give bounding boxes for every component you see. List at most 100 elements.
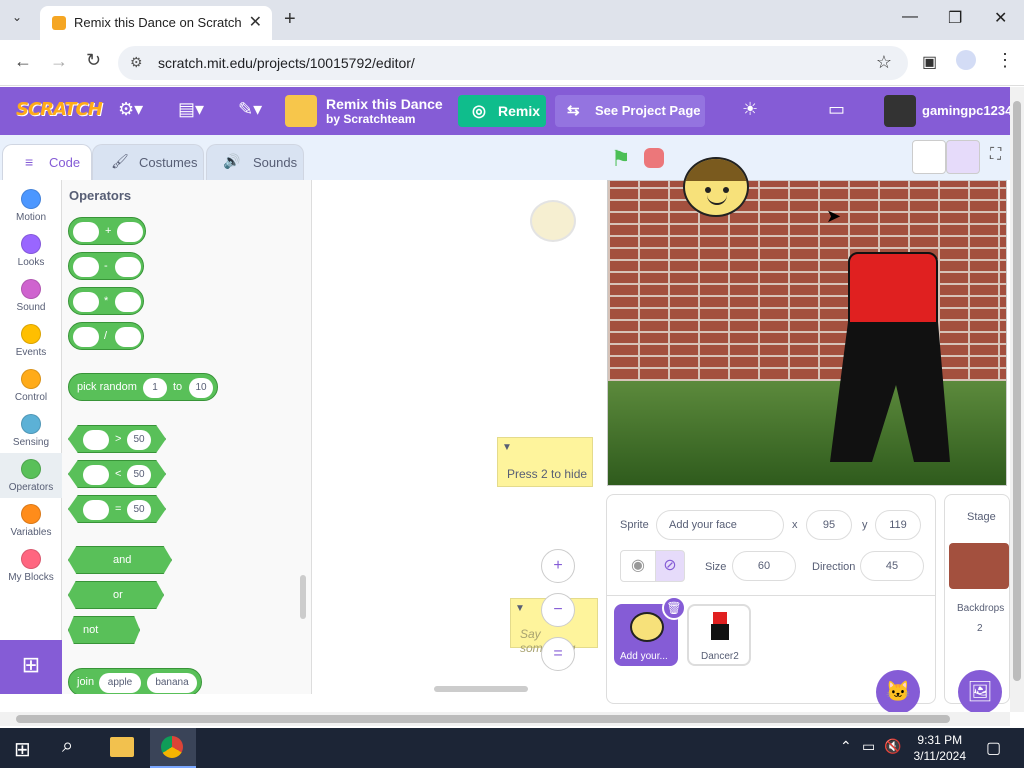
palette-scrollbar[interactable] — [300, 575, 306, 619]
slot-input[interactable] — [73, 292, 99, 312]
scrollbar-thumb[interactable] — [1013, 101, 1021, 681]
collapse-triangle-icon[interactable]: ▼ — [515, 603, 525, 614]
bookmark-star-icon[interactable]: ☆ — [876, 52, 892, 73]
compare-value-input[interactable]: 50 — [127, 465, 151, 485]
close-window-button[interactable]: ✕ — [994, 8, 1007, 28]
site-info-icon[interactable]: ⚙ — [130, 54, 143, 71]
category-my-blocks[interactable]: My Blocks — [0, 543, 62, 588]
category-sound[interactable]: Sound — [0, 273, 62, 318]
category-operators[interactable]: Operators — [0, 453, 62, 498]
divide-block[interactable]: / — [68, 322, 144, 350]
reload-icon[interactable]: ↻ — [86, 50, 101, 71]
profile-icon[interactable] — [956, 50, 976, 70]
url-field[interactable]: ⚙ scratch.mit.edu/projects/10015792/edit… — [118, 46, 908, 80]
sprite-thumb-dancer[interactable]: Dancer2 — [687, 604, 751, 666]
green-flag-icon[interactable]: ⚑ — [611, 146, 631, 172]
tutorials-lightbulb-icon[interactable]: ☀ — [742, 99, 758, 120]
scratch-logo[interactable]: SCRATCH — [16, 99, 103, 120]
side-panel-icon[interactable]: ▣ — [922, 52, 937, 72]
small-stage-button[interactable] — [912, 140, 946, 174]
category-variables[interactable]: Variables — [0, 498, 62, 543]
sprite-name-input[interactable]: Add your face — [656, 510, 784, 540]
not-block[interactable]: not — [68, 616, 140, 644]
zoom-reset-button[interactable]: = — [541, 637, 575, 671]
search-icon[interactable]: ⌕ — [62, 735, 73, 758]
x-input[interactable]: 95 — [806, 510, 852, 540]
windows-start-icon[interactable]: ⊞ — [14, 737, 31, 762]
taskbar-clock[interactable]: 9:31 PM 3/11/2024 — [914, 732, 967, 764]
multiply-block[interactable]: * — [68, 287, 144, 315]
tab-sounds[interactable]: 🔊 Sounds — [206, 144, 304, 180]
chrome-taskbar-button[interactable] — [150, 728, 196, 768]
tab-search-icon[interactable]: ⌄ — [12, 10, 22, 24]
see-project-page-button[interactable]: ⇆ See Project Page — [555, 95, 705, 127]
normal-stage-button[interactable] — [946, 140, 980, 174]
choose-sprite-button[interactable]: 🐱 — [876, 670, 920, 714]
dancer-sprite-shirt[interactable] — [848, 252, 938, 326]
slot-input[interactable] — [73, 327, 99, 347]
slot-input[interactable] — [83, 430, 109, 450]
slot-input[interactable] — [117, 222, 143, 242]
project-author[interactable]: by Scratchteam — [326, 112, 415, 126]
sprite-thumb-face[interactable]: Add your... 🗑 — [614, 596, 686, 666]
add-block[interactable]: + — [68, 217, 146, 245]
remix-button[interactable]: ◎ Remix — [458, 95, 546, 127]
maximize-button[interactable]: ❐ — [948, 8, 962, 28]
and-block[interactable]: and — [68, 546, 172, 574]
slot-input[interactable] — [73, 222, 99, 242]
random-to-input[interactable]: 10 — [189, 378, 213, 398]
comment-note[interactable]: ▼ Press 2 to hide — [497, 437, 593, 487]
pick-random-block[interactable]: pick random 1 to 10 — [68, 373, 218, 401]
username[interactable]: gamingpc1234 — [922, 103, 1012, 118]
collapse-triangle-icon[interactable]: ▼ — [502, 442, 512, 453]
slot-input[interactable] — [83, 465, 109, 485]
zoom-in-button[interactable]: + — [541, 549, 575, 583]
category-control[interactable]: Control — [0, 363, 62, 408]
tab-code[interactable]: ≡ Code — [2, 144, 92, 180]
network-icon[interactable]: ▭ — [862, 738, 875, 755]
zoom-out-button[interactable]: − — [541, 593, 575, 627]
compare-value-input[interactable]: 50 — [127, 500, 151, 520]
category-events[interactable]: Events — [0, 318, 62, 363]
tab-close-icon[interactable]: ✕ — [249, 12, 262, 32]
avatar[interactable] — [884, 95, 916, 127]
notifications-icon[interactable]: ▢ — [986, 738, 1001, 758]
page-horizontal-scrollbar[interactable] — [0, 712, 1010, 726]
category-motion[interactable]: Motion — [0, 183, 62, 228]
face-sprite[interactable] — [683, 157, 749, 217]
volume-icon[interactable]: 🔇 — [884, 738, 901, 755]
page-vertical-scrollbar[interactable] — [1010, 87, 1024, 712]
file-explorer-icon[interactable] — [110, 737, 134, 757]
edit-pencil-icon[interactable]: ✎▾ — [238, 99, 262, 120]
equals-block[interactable]: = 50 — [68, 495, 166, 523]
subtract-block[interactable]: - — [68, 252, 144, 280]
new-tab-button[interactable]: + — [284, 8, 296, 31]
forward-arrow-icon[interactable]: → — [50, 51, 68, 72]
slot-input[interactable] — [115, 257, 141, 277]
less-than-block[interactable]: < 50 — [68, 460, 166, 488]
category-sensing[interactable]: Sensing — [0, 408, 62, 453]
random-from-input[interactable]: 1 — [143, 378, 167, 398]
choose-backdrop-button[interactable]: 🖼 — [958, 670, 1002, 714]
compare-value-input[interactable]: 50 — [127, 430, 151, 450]
slot-input[interactable] — [115, 292, 141, 312]
file-menu-icon[interactable]: ▤▾ — [178, 99, 204, 120]
browser-menu-icon[interactable]: ⋮ — [996, 50, 1014, 71]
size-input[interactable]: 60 — [732, 551, 796, 581]
browser-tab[interactable]: Remix this Dance on Scratch ✕ — [40, 6, 272, 40]
join-b-input[interactable]: banana — [147, 673, 197, 693]
slot-input[interactable] — [115, 327, 141, 347]
join-block[interactable]: join apple banana — [68, 668, 202, 694]
show-sprite-eye-icon[interactable]: ◉ — [620, 550, 656, 582]
my-stuff-folder-icon[interactable]: ▭ — [828, 99, 845, 120]
or-block[interactable]: or — [68, 581, 164, 609]
hide-sprite-eye-icon[interactable]: ⊘ — [655, 550, 685, 582]
stop-icon[interactable] — [644, 148, 664, 168]
minimize-button[interactable]: — — [902, 8, 918, 26]
slot-input[interactable] — [73, 257, 99, 277]
fullscreen-icon[interactable]: ⛶ — [990, 146, 1001, 164]
delete-sprite-trash-icon[interactable]: 🗑 — [662, 596, 686, 620]
add-extension-button[interactable]: ⊞ — [0, 640, 62, 694]
y-input[interactable]: 119 — [875, 510, 921, 540]
back-arrow-icon[interactable]: ← — [14, 51, 32, 72]
